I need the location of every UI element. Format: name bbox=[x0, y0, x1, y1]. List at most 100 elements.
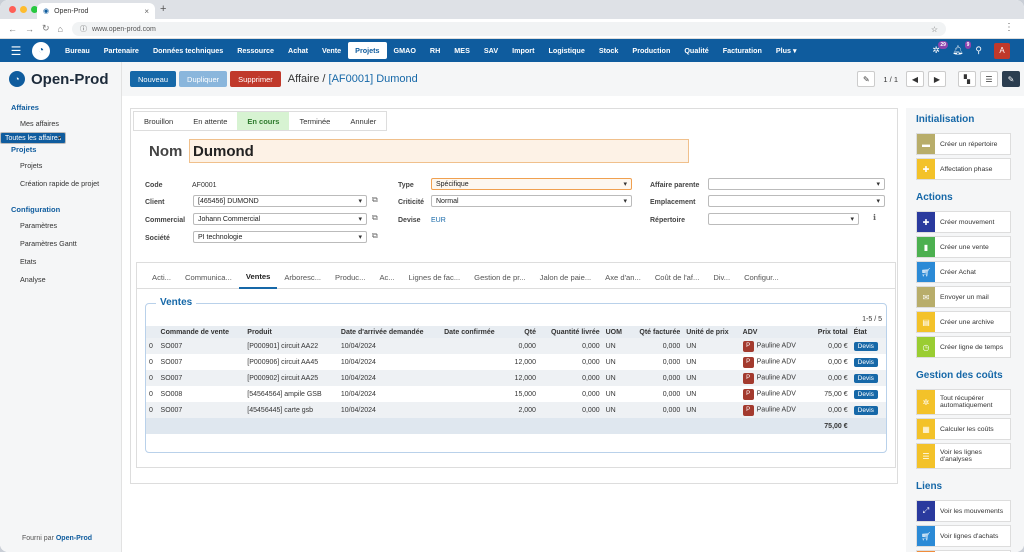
nav-item-donnees-techniques[interactable]: Données techniques bbox=[146, 39, 230, 62]
action-voir-lignes-d-achats[interactable]: 🛒︎ Voir lignes d'achats bbox=[916, 525, 1011, 547]
app-logo-icon[interactable]: ◔ bbox=[32, 41, 50, 60]
hamburger-menu-icon[interactable]: ☰ bbox=[0, 44, 32, 58]
repertoire-select[interactable] bbox=[708, 213, 859, 225]
footer-brand-link[interactable]: Open-Prod bbox=[56, 535, 92, 542]
action-creer-ligne-de-temps[interactable]: ◷ Créer ligne de temps bbox=[916, 336, 1011, 358]
stage-annuler[interactable]: Annuler bbox=[340, 112, 386, 130]
forward-icon[interactable]: → bbox=[25, 24, 34, 34]
nav-item-sav[interactable]: SAV bbox=[477, 39, 505, 62]
nav-item-logistique[interactable]: Logistique bbox=[541, 39, 591, 62]
breadcrumb-parent[interactable]: Affaire bbox=[288, 73, 320, 85]
table-row[interactable]: 0 SO008 [54564564] ampile GSB 10/04/2024 15,… bbox=[146, 386, 886, 402]
attachment-icon[interactable]: ✎ bbox=[857, 71, 876, 87]
action-affectation-phase[interactable]: ✚ Affectation phase bbox=[916, 158, 1011, 180]
action-creer-un-repertoire[interactable]: ▬ Créer un répertoire bbox=[916, 133, 1011, 155]
tab-arboresc[interactable]: Arboresc... bbox=[277, 267, 328, 289]
search-icon[interactable]: ⚲ bbox=[975, 45, 982, 56]
nav-item-partenaire[interactable]: Partenaire bbox=[97, 39, 146, 62]
duplicate-button[interactable]: Dupliquer bbox=[179, 71, 228, 87]
type-select[interactable]: Spécifique bbox=[431, 178, 632, 190]
devise-link[interactable]: EUR bbox=[431, 217, 446, 224]
action-voir-les-lignes-d-analyses[interactable]: ☰ Voir les lignes d'analyses bbox=[916, 443, 1011, 469]
back-icon[interactable]: ← bbox=[8, 24, 17, 34]
action-voir-les-mouvements[interactable]: ⤢ Voir les mouvements bbox=[916, 500, 1011, 522]
nav-item-bureau[interactable]: Bureau bbox=[58, 39, 97, 62]
tab-jalon-de-paie[interactable]: Jalon de paie... bbox=[533, 267, 599, 289]
nav-item-plus[interactable]: Plus ▾ bbox=[769, 39, 804, 62]
kanban-view-icon[interactable]: ▚ bbox=[958, 71, 976, 87]
tab-cout-de-l-af[interactable]: Coût de l'af... bbox=[648, 267, 707, 289]
nav-item-mes[interactable]: MES bbox=[447, 39, 477, 62]
client-select[interactable]: [465456] DUMOND bbox=[193, 195, 367, 207]
action-calculer-les-couts[interactable]: ▦ Calculer les coûts bbox=[916, 418, 1011, 440]
nom-input[interactable]: Dumond bbox=[189, 139, 689, 163]
table-row[interactable]: 0 SO007 [45456445] carte gsb 10/04/2024 2,00… bbox=[146, 402, 886, 418]
new-tab-icon[interactable]: + bbox=[160, 3, 166, 15]
close-dot[interactable] bbox=[9, 6, 16, 13]
action-creer-mouvement[interactable]: ✚ Créer mouvement bbox=[916, 211, 1011, 233]
bookmark-star-icon[interactable]: ☆ bbox=[931, 25, 938, 34]
nav-item-ressource[interactable]: Ressource bbox=[230, 39, 281, 62]
sidebar-item-creation-rapide-de-projet[interactable]: Création rapide de projet bbox=[0, 174, 121, 192]
nav-item-facturation[interactable]: Facturation bbox=[716, 39, 769, 62]
external-link-icon[interactable]: ⧉ bbox=[372, 213, 378, 223]
societe-select[interactable]: PI technologie bbox=[193, 231, 367, 243]
criticite-select[interactable]: Normal bbox=[431, 195, 632, 207]
emplacement-select[interactable] bbox=[708, 195, 885, 207]
notification-bell-icon[interactable]: 🔔︎ 9 bbox=[952, 41, 972, 56]
form-view-icon[interactable]: ✎ bbox=[1002, 71, 1020, 87]
delete-button[interactable]: Supprimer bbox=[230, 71, 281, 87]
sidebar-item-toutes-les-affaires[interactable]: Toutes les affaires bbox=[0, 132, 67, 144]
user-avatar[interactable]: A bbox=[994, 42, 1010, 59]
stage-brouillon[interactable]: Brouillon bbox=[134, 112, 183, 130]
parent-select[interactable] bbox=[708, 178, 885, 190]
tab-acti[interactable]: Acti... bbox=[145, 267, 178, 289]
external-link-icon[interactable]: ⧉ bbox=[372, 231, 378, 241]
nav-item-gmao[interactable]: GMAO bbox=[387, 39, 423, 62]
external-link-icon[interactable]: ⧉ bbox=[372, 195, 378, 205]
sidebar-item-analyse[interactable]: Analyse bbox=[0, 270, 121, 288]
close-tab-icon[interactable]: × bbox=[144, 7, 149, 16]
action-creer-une-archive[interactable]: ▤ Créer une archive bbox=[916, 311, 1011, 333]
tab-produc[interactable]: Produc... bbox=[328, 267, 372, 289]
tab-ac[interactable]: Ac... bbox=[372, 267, 401, 289]
browser-tab[interactable]: ◉ Open-Prod × bbox=[37, 3, 155, 19]
home-icon[interactable]: ⌂ bbox=[58, 24, 63, 34]
stage-en-attente[interactable]: En attente bbox=[183, 112, 237, 130]
reload-icon[interactable]: ↻ bbox=[42, 23, 50, 34]
list-view-icon[interactable]: ☰ bbox=[980, 71, 998, 87]
stage-en-cours[interactable]: En cours bbox=[237, 112, 290, 130]
sidebar-item-etats[interactable]: Etats bbox=[0, 252, 121, 270]
nav-item-achat[interactable]: Achat bbox=[281, 39, 315, 62]
nav-item-stock[interactable]: Stock bbox=[592, 39, 626, 62]
nav-item-vente[interactable]: Vente bbox=[315, 39, 348, 62]
nav-item-qualite[interactable]: Qualité bbox=[677, 39, 715, 62]
stage-terminee[interactable]: Terminée bbox=[289, 112, 340, 130]
url-field[interactable]: ⓘ www.open-prod.com ☆ bbox=[72, 22, 946, 36]
minimize-dot[interactable] bbox=[20, 6, 27, 13]
commercial-select[interactable]: Johann Commercial bbox=[193, 213, 367, 225]
tab-communica[interactable]: Communica... bbox=[178, 267, 239, 289]
nav-item-import[interactable]: Import bbox=[505, 39, 541, 62]
nav-item-production[interactable]: Production bbox=[625, 39, 677, 62]
sidebar-section-projets[interactable]: Projets bbox=[0, 142, 121, 156]
tab-lignes-de-fac[interactable]: Lignes de fac... bbox=[402, 267, 468, 289]
sidebar-section-affaires[interactable]: Affaires bbox=[0, 100, 121, 114]
table-row[interactable]: 0 SO007 [P000902] circuit AA25 10/04/2024 12… bbox=[146, 370, 886, 386]
sidebar-section-configuration[interactable]: Configuration bbox=[0, 202, 121, 216]
action-envoyer-un-mail[interactable]: ✉ Envoyer un mail bbox=[916, 286, 1011, 308]
tab-axe-d-an[interactable]: Axe d'an... bbox=[598, 267, 648, 289]
nav-item-rh[interactable]: RH bbox=[423, 39, 447, 62]
action-creer-une-vente[interactable]: ▮ Créer une vente bbox=[916, 236, 1011, 258]
sidebar-item-parametres-gantt[interactable]: Paramètres Gantt bbox=[0, 234, 121, 252]
sidebar-item-parametres[interactable]: Paramètres bbox=[0, 216, 121, 234]
action-tout-recuperer-automatiquement[interactable]: ✲ Tout récupérer automatiquement bbox=[916, 389, 1011, 415]
table-row[interactable]: 0 SO007 [P000906] circuit AA45 10/04/2024 12… bbox=[146, 354, 886, 370]
action-creer-achat[interactable]: 🛒︎ Créer Achat bbox=[916, 261, 1011, 283]
sidebar-item-projets[interactable]: Projets bbox=[0, 156, 121, 174]
table-row[interactable]: 0 SO007 [P000901] circuit AA22 10/04/2024 0,… bbox=[146, 338, 886, 354]
sidebar-item-mes-affaires[interactable]: Mes affaires bbox=[0, 114, 121, 132]
info-icon[interactable]: ℹ bbox=[873, 213, 876, 222]
browser-menu-icon[interactable]: ⋮ bbox=[1004, 22, 1014, 33]
activity-icon[interactable]: ✲ 29 bbox=[932, 41, 948, 56]
